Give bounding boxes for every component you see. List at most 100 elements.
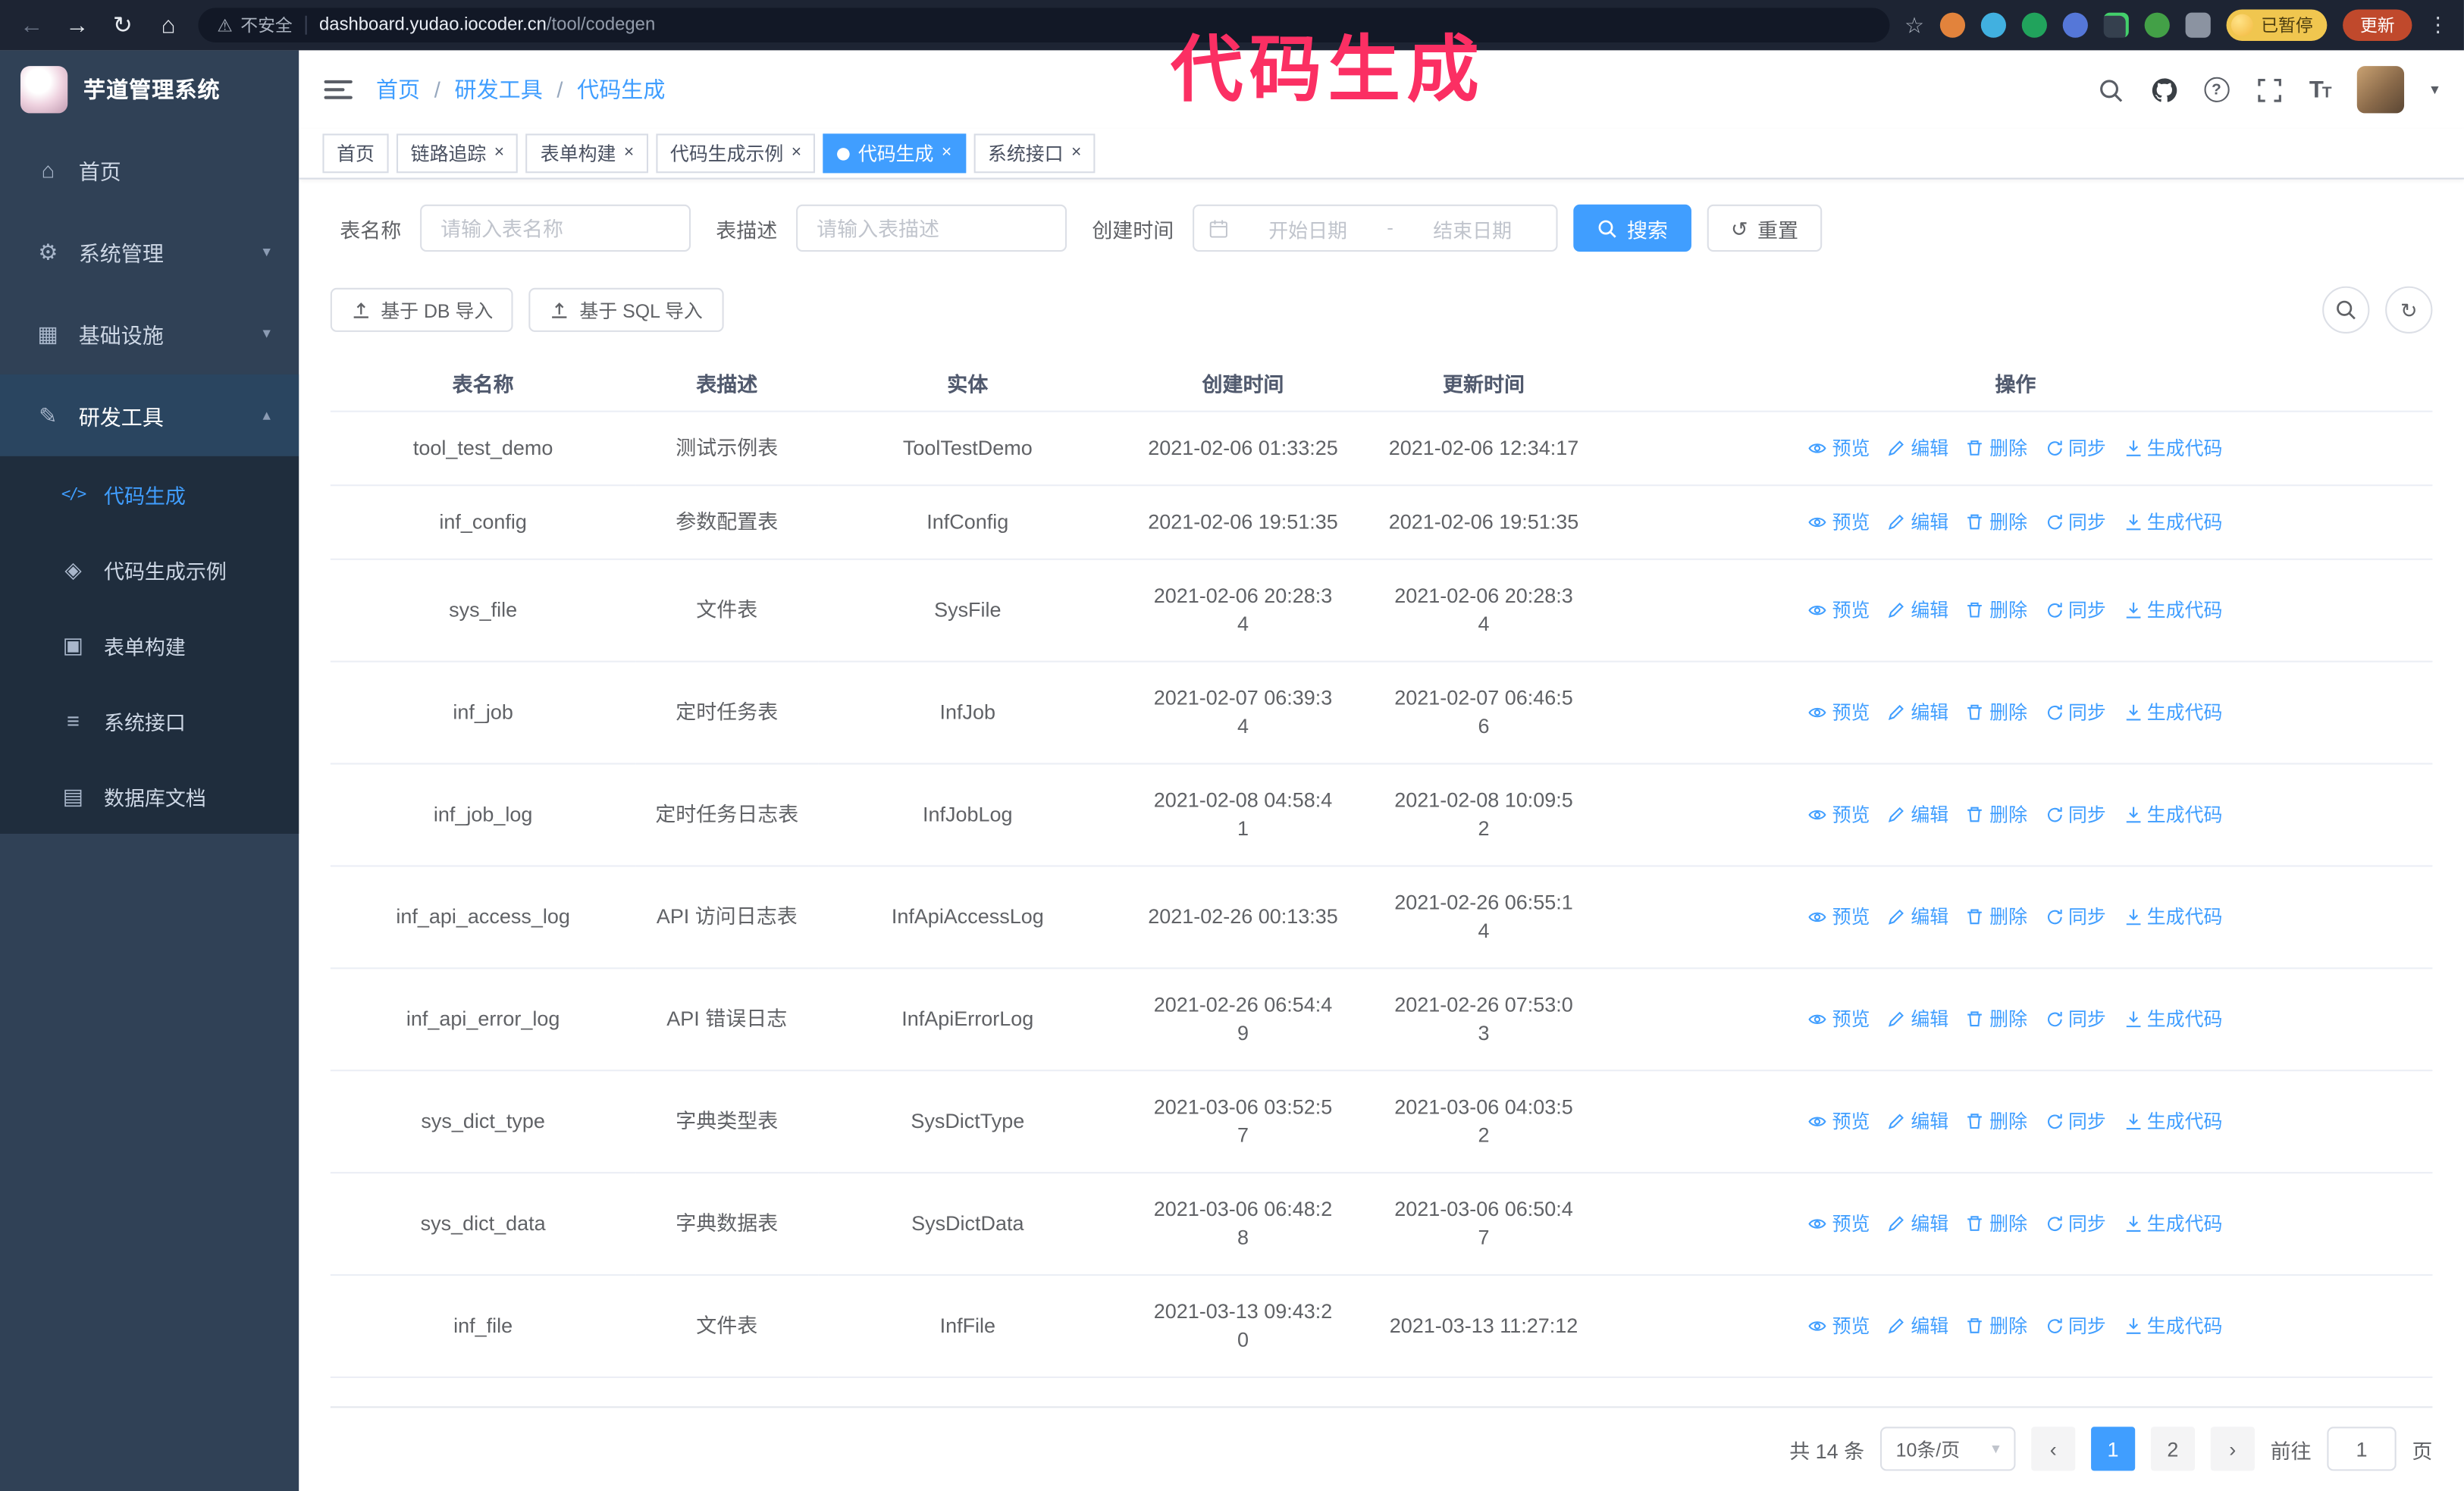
preview-link[interactable]: 预览 [1808, 903, 1870, 931]
sync-link[interactable]: 同步 [2045, 434, 2106, 462]
show-search-button[interactable] [2322, 286, 2370, 334]
address-bar[interactable]: ⚠ 不安全 dashboard.yudao.iocoder.cn/tool/co… [198, 8, 1891, 43]
sync-link[interactable]: 同步 [2045, 508, 2106, 536]
page-button-2[interactable]: 2 [2150, 1427, 2195, 1471]
sync-link[interactable]: 同步 [2045, 1005, 2106, 1033]
close-icon[interactable]: × [494, 144, 504, 162]
close-icon[interactable]: × [624, 144, 634, 162]
table-desc-input[interactable] [796, 204, 1067, 252]
chrome-menu-icon[interactable]: ⋮ [2428, 13, 2448, 38]
help-icon[interactable]: ? [2203, 77, 2230, 102]
page-button-1[interactable]: 1 [2091, 1427, 2136, 1471]
preview-link[interactable]: 预览 [1808, 508, 1870, 536]
generate-code-link[interactable]: 生成代码 [2124, 434, 2222, 462]
generate-code-link[interactable]: 生成代码 [2124, 800, 2222, 829]
date-start-placeholder[interactable]: 开始日期 [1238, 213, 1378, 243]
edit-link[interactable]: 编辑 [1887, 1312, 1948, 1340]
sync-link[interactable]: 同步 [2045, 597, 2106, 625]
delete-link[interactable]: 删除 [1966, 1107, 2027, 1135]
reload-icon[interactable]: ↻ [107, 11, 139, 39]
extension-icon[interactable] [2062, 12, 2088, 38]
sidebar-item-codegen[interactable]: </> 代码生成 [0, 456, 299, 532]
preview-link[interactable]: 预览 [1808, 698, 1870, 726]
page-size-select[interactable]: 10条/页 ▾ [1879, 1427, 2016, 1471]
close-icon[interactable]: × [942, 144, 951, 162]
sync-link[interactable]: 同步 [2045, 1312, 2106, 1340]
github-icon[interactable] [2150, 77, 2177, 103]
sidebar-item-home[interactable]: ⌂ 首页 [0, 129, 299, 211]
extension-icon[interactable] [2103, 12, 2129, 38]
generate-code-link[interactable]: 生成代码 [2124, 1312, 2222, 1340]
fullscreen-icon[interactable] [2256, 77, 2282, 103]
tab-codegen[interactable]: 代码生成 × [823, 133, 966, 174]
import-db-button[interactable]: 基于 DB 导入 [330, 287, 514, 332]
close-icon[interactable]: × [1071, 144, 1081, 162]
goto-page-input[interactable] [2327, 1427, 2397, 1471]
sidebar-item-codegen-example[interactable]: ◈ 代码生成示例 [0, 531, 299, 607]
extensions-puzzle-icon[interactable] [2185, 12, 2211, 38]
reset-button[interactable]: ↺ 重置 [1707, 204, 1823, 252]
generate-code-link[interactable]: 生成代码 [2124, 597, 2222, 625]
edit-link[interactable]: 编辑 [1887, 903, 1948, 931]
preview-link[interactable]: 预览 [1808, 1005, 1870, 1033]
user-avatar[interactable] [2356, 66, 2404, 114]
preview-link[interactable]: 预览 [1808, 1107, 1870, 1135]
browser-update-button[interactable]: 更新 [2343, 9, 2412, 41]
date-end-placeholder[interactable]: 结束日期 [1403, 213, 1542, 243]
generate-code-link[interactable]: 生成代码 [2124, 698, 2222, 726]
sidebar-item-system-api[interactable]: ≡ 系统接口 [0, 683, 299, 759]
tab-codegen-example[interactable]: 代码生成示例 × [656, 133, 816, 174]
generate-code-link[interactable]: 生成代码 [2124, 508, 2222, 536]
sidebar-item-infra[interactable]: ▦ 基础设施 ▾ [0, 293, 299, 374]
preview-link[interactable]: 预览 [1808, 1312, 1870, 1340]
edit-link[interactable]: 编辑 [1887, 1005, 1948, 1033]
prev-page-button[interactable]: ‹ [2031, 1427, 2076, 1471]
edit-link[interactable]: 编辑 [1887, 800, 1948, 829]
edit-link[interactable]: 编辑 [1887, 508, 1948, 536]
sidebar-item-devtools[interactable]: ✎ 研发工具 ▴ [0, 374, 299, 456]
sync-link[interactable]: 同步 [2045, 1210, 2106, 1238]
extension-icon[interactable] [1939, 12, 1966, 38]
breadcrumb-home[interactable]: 首页 [376, 74, 420, 106]
extension-icon[interactable] [2144, 12, 2170, 38]
next-page-button[interactable]: › [2210, 1427, 2255, 1471]
sync-link[interactable]: 同步 [2045, 1107, 2106, 1135]
sidebar-item-form-builder[interactable]: ▣ 表单构建 [0, 607, 299, 683]
extension-icon[interactable] [2021, 12, 2047, 38]
edit-link[interactable]: 编辑 [1887, 698, 1948, 726]
sidebar-item-db-doc[interactable]: ▤ 数据库文档 [0, 758, 299, 834]
date-range-picker[interactable]: 开始日期 - 结束日期 [1193, 204, 1558, 252]
sidebar-toggle-icon[interactable] [324, 80, 353, 99]
delete-link[interactable]: 删除 [1966, 597, 2027, 625]
close-icon[interactable]: × [792, 144, 801, 162]
home-icon[interactable]: ⌂ [152, 12, 184, 39]
generate-code-link[interactable]: 生成代码 [2124, 1005, 2222, 1033]
edit-link[interactable]: 编辑 [1887, 597, 1948, 625]
tab-tracing[interactable]: 链路追踪 × [397, 133, 519, 174]
tab-home[interactable]: 首页 [322, 133, 389, 174]
profile-sync-paused-badge[interactable]: 已暂停 [2226, 9, 2328, 41]
generate-code-link[interactable]: 生成代码 [2124, 903, 2222, 931]
delete-link[interactable]: 删除 [1966, 1210, 2027, 1238]
preview-link[interactable]: 预览 [1808, 800, 1870, 829]
table-name-input[interactable] [420, 204, 691, 252]
import-sql-button[interactable]: 基于 SQL 导入 [529, 287, 723, 332]
preview-link[interactable]: 预览 [1808, 434, 1870, 462]
sync-link[interactable]: 同步 [2045, 903, 2106, 931]
delete-link[interactable]: 删除 [1966, 434, 2027, 462]
forward-icon[interactable]: → [61, 12, 93, 39]
app-logo[interactable]: 芋道管理系统 [0, 50, 299, 129]
not-secure-warning[interactable]: ⚠ 不安全 [217, 13, 292, 38]
generate-code-link[interactable]: 生成代码 [2124, 1210, 2222, 1238]
chevron-down-icon[interactable]: ▾ [2431, 81, 2438, 99]
search-icon[interactable] [2097, 77, 2124, 103]
delete-link[interactable]: 删除 [1966, 903, 2027, 931]
refresh-table-button[interactable]: ↻ [2385, 286, 2433, 334]
back-icon[interactable]: ← [16, 12, 48, 39]
tab-system-api[interactable]: 系统接口 × [973, 133, 1096, 174]
edit-link[interactable]: 编辑 [1887, 434, 1948, 462]
delete-link[interactable]: 删除 [1966, 508, 2027, 536]
search-button[interactable]: 搜索 [1573, 204, 1692, 252]
preview-link[interactable]: 预览 [1808, 1210, 1870, 1238]
tab-form-builder[interactable]: 表单构建 × [526, 133, 648, 174]
